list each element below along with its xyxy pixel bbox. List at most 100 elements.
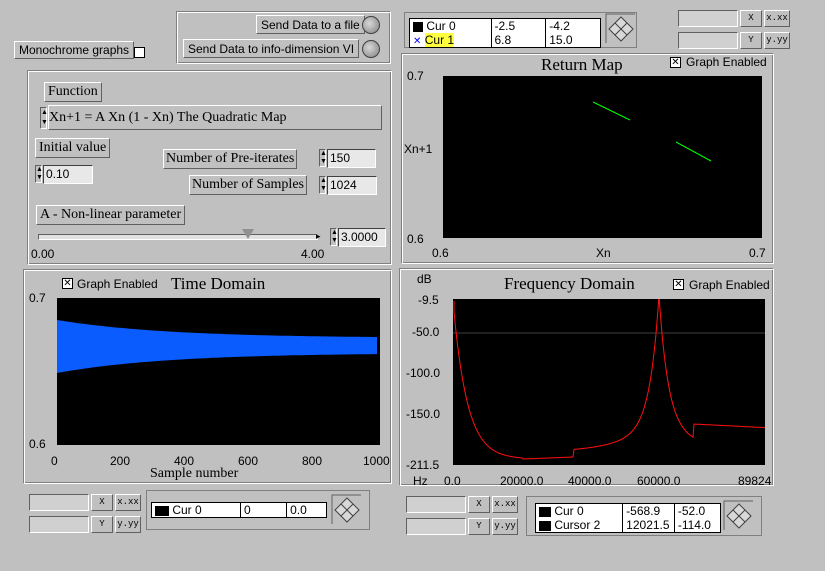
freq-domain-enable-checkbox[interactable]: ✕ <box>673 279 684 290</box>
cursor-name: Cur 0 <box>426 19 456 33</box>
cursor-x: 12021.5 <box>622 518 675 533</box>
cursor-name: Cur 1 <box>424 33 455 47</box>
controls-panel: Function ▲ ▼ Xn+1 = A Xn (1 - Xn) The Qua… <box>27 70 392 265</box>
x-tick: 89824 <box>738 474 772 488</box>
param-label: A - Non-linear parameter <box>36 205 186 225</box>
y-format-button[interactable]: y.yy <box>764 32 790 49</box>
x-format-button[interactable]: x.xx <box>492 496 518 513</box>
cursor-name: Cursor 2 <box>554 518 601 532</box>
x-format-button[interactable]: x.xx <box>115 494 141 511</box>
time-domain-cursor-legend[interactable]: Cur 0 0 0.0 <box>151 502 327 518</box>
x-scale-field[interactable] <box>678 10 738 27</box>
cursor-move-pad[interactable] <box>605 13 635 43</box>
freq-domain-cursor-legend[interactable]: Cur 0 -568.9 -52.0 Cursor 2 12021.5 -114… <box>535 503 722 533</box>
param-spinner[interactable]: ▲ ▼ <box>330 228 338 246</box>
x-scale-lock-button[interactable]: X <box>91 494 113 511</box>
samples-label: Number of Samples <box>189 175 307 195</box>
cursor-x: -2.5 <box>491 18 547 33</box>
cursor-move-pad[interactable] <box>331 494 361 524</box>
cursor-row[interactable]: Cur 0 -2.5 -4.2 <box>409 18 601 33</box>
return-map-plot[interactable] <box>443 76 762 238</box>
return-map-ylabel: Xn+1 <box>404 142 433 156</box>
return-map-trace-2 <box>675 141 712 162</box>
y-scale-lock-button[interactable]: Y <box>740 32 762 49</box>
send-info-button[interactable] <box>362 40 380 58</box>
cursor-move-pad[interactable] <box>723 500 753 530</box>
preiterates-spinner[interactable]: ▲ ▼ <box>319 149 327 167</box>
freq-domain-xunit: Hz <box>413 474 428 488</box>
param-input[interactable]: 3.0000 <box>338 228 386 247</box>
slider-arrow-icon: ▸ <box>316 231 321 241</box>
x-scale-field[interactable] <box>29 494 89 511</box>
return-map-enable-checkbox[interactable]: ✕ <box>670 57 681 68</box>
y-scale-field[interactable] <box>678 32 738 49</box>
x-scale-field[interactable] <box>406 496 466 513</box>
return-map-panel: Return Map ✕ Graph Enabled 0.7 0.6 Xn+1 … <box>401 53 774 264</box>
cursor-row[interactable]: Cursor 2 12021.5 -114.0 <box>535 518 722 533</box>
initial-value-spinner[interactable]: ▲ ▼ <box>35 165 43 183</box>
time-domain-enable-checkbox[interactable]: ✕ <box>62 278 73 289</box>
time-domain-title: Time Domain <box>171 274 266 293</box>
y-tick: -150.0 <box>406 407 441 421</box>
x-tick: 600 <box>238 454 259 468</box>
cursor-name: Cur 0 <box>554 504 584 518</box>
return-map-enable-label: Graph Enabled <box>686 55 767 69</box>
cursor-row[interactable]: ✕ Cur 1 6.8 15.0 <box>409 33 601 48</box>
return-map-trace-1 <box>592 101 631 121</box>
y-format-button[interactable]: y.yy <box>492 518 518 535</box>
time-domain-ymin: 0.6 <box>29 437 46 451</box>
cursor-row[interactable]: Cur 0 0 0.0 <box>151 502 327 518</box>
param-max-label: 4.00 <box>301 247 325 261</box>
samples-spinner[interactable]: ▲ ▼ <box>319 176 327 194</box>
x-tick: 200 <box>110 454 131 468</box>
initial-value-label: Initial value <box>35 138 111 158</box>
y-tick: -50.0 <box>412 325 440 339</box>
time-domain-ymax: 0.7 <box>29 291 46 305</box>
y-format-button[interactable]: y.yy <box>115 516 141 533</box>
function-selector[interactable]: Xn+1 = A Xn (1 - Xn) The Quadratic Map <box>48 105 382 130</box>
monochrome-checkbox[interactable] <box>134 47 145 58</box>
y-scale-field[interactable] <box>29 516 89 533</box>
x-tick: 40000.0 <box>568 474 612 488</box>
return-map-cursor-area: Cur 0 -2.5 -4.2 ✕ Cur 1 6.8 15.0 <box>404 12 637 48</box>
cursor-y: 0.0 <box>286 502 327 518</box>
param-slider[interactable] <box>33 229 323 243</box>
send-data-panel: Send Data to a file Send Data to info-di… <box>176 11 391 64</box>
y-tick: -100.0 <box>406 366 441 380</box>
cursor-y: -114.0 <box>674 518 722 533</box>
cursor-x: 6.8 <box>491 33 547 48</box>
return-map-ymax: 0.7 <box>407 69 424 83</box>
y-tick: -9.5 <box>418 293 439 307</box>
initial-value-input[interactable]: 0.10 <box>43 165 93 184</box>
slider-thumb[interactable] <box>242 229 254 239</box>
y-scale-lock-button[interactable]: Y <box>91 516 113 533</box>
time-domain-scale-controls: X x.xx Y y.yy <box>27 492 145 536</box>
x-format-button[interactable]: x.xx <box>764 10 790 27</box>
return-map-cursor-legend[interactable]: Cur 0 -2.5 -4.2 ✕ Cur 1 6.8 15.0 <box>409 18 601 48</box>
freq-domain-plot[interactable] <box>453 299 765 465</box>
function-ring-arrows[interactable]: ▲ ▼ <box>40 107 48 129</box>
x-scale-lock-button[interactable]: X <box>468 496 490 513</box>
freq-domain-panel: dB Frequency Domain ✕ Graph Enabled -9.5… <box>399 268 774 488</box>
freq-domain-cursor-area: Cur 0 -568.9 -52.0 Cursor 2 12021.5 -114… <box>526 496 762 536</box>
time-domain-trace <box>57 320 377 373</box>
time-domain-plot[interactable] <box>57 298 380 445</box>
cursor-row[interactable]: Cur 0 -568.9 -52.0 <box>535 503 722 518</box>
preiterates-label: Number of Pre-iterates <box>163 149 298 169</box>
send-file-label: Send Data to a file <box>256 15 365 34</box>
x-scale-lock-button[interactable]: X <box>740 10 762 27</box>
preiterates-input[interactable]: 150 <box>327 149 376 168</box>
return-map-title: Return Map <box>541 55 623 74</box>
y-scale-lock-button[interactable]: Y <box>468 518 490 535</box>
x-tick: 60000.0 <box>637 474 681 488</box>
time-domain-enable-label: Graph Enabled <box>77 277 158 291</box>
y-tick: -211.5 <box>406 458 440 472</box>
x-tick: 20000.0 <box>500 474 544 488</box>
cursor-cross-icon: ✕ <box>413 36 422 47</box>
send-file-button[interactable] <box>362 16 380 34</box>
y-scale-field[interactable] <box>406 518 466 535</box>
freq-domain-trace <box>453 299 765 460</box>
samples-input[interactable]: 1024 <box>327 176 377 195</box>
time-domain-panel: ✕ Graph Enabled Time Domain 0.7 0.6 0 20… <box>23 269 392 484</box>
cursor-x: -568.9 <box>622 503 675 518</box>
